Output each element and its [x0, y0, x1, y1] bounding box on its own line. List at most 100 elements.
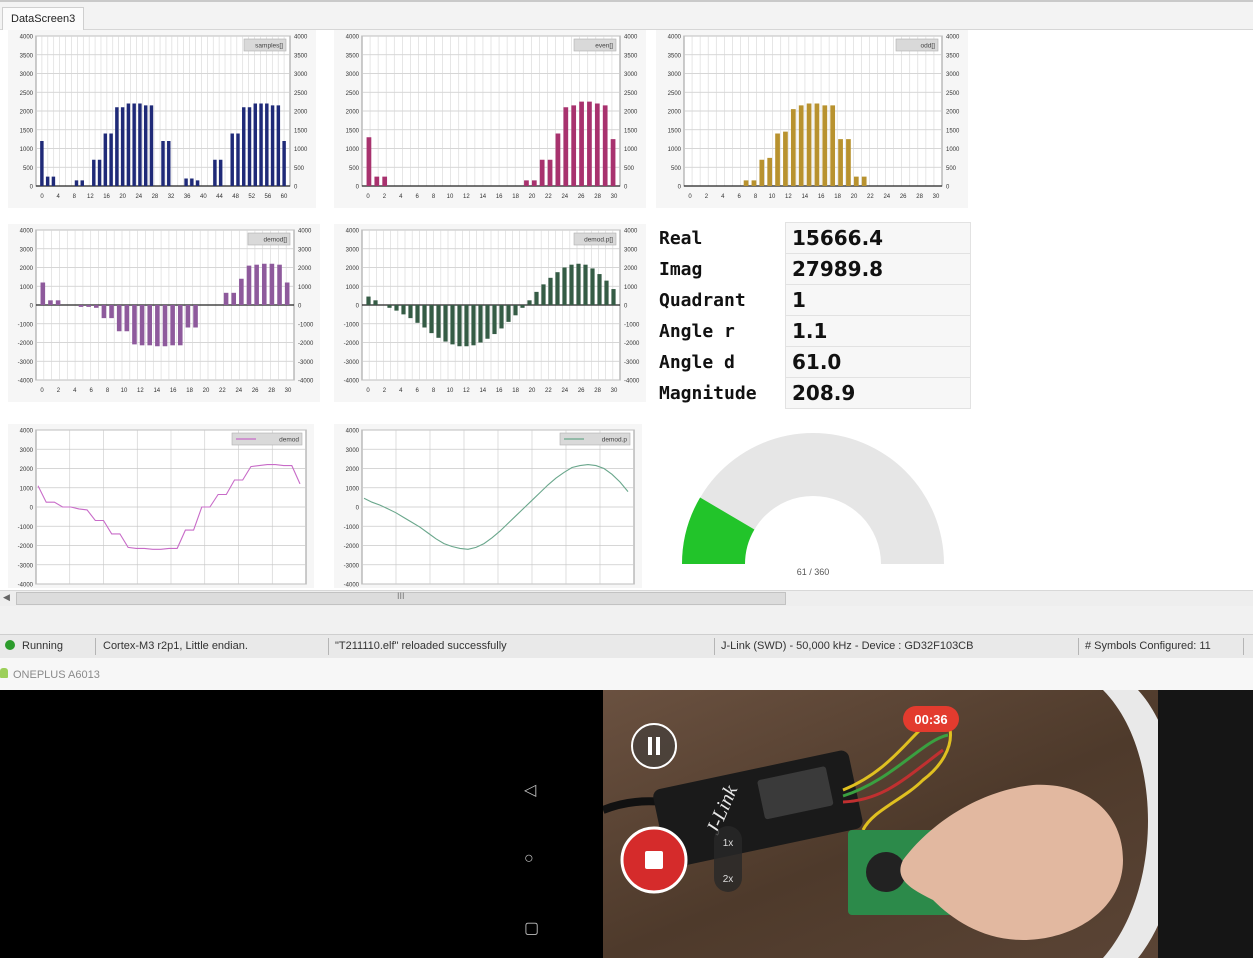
nav-back-icon[interactable]: ◁: [524, 780, 536, 800]
y-tick-label: 500: [671, 166, 682, 172]
x-tick-label: 16: [103, 194, 110, 200]
y-tick-label: 4000: [668, 35, 682, 41]
bar: [527, 300, 532, 305]
tab-datascreen3[interactable]: DataScreen3: [2, 7, 85, 30]
pause-button[interactable]: [631, 723, 677, 769]
bar: [239, 278, 244, 305]
x-tick-label: 24: [561, 194, 568, 200]
bar: [259, 103, 263, 186]
chart-samples: 4000 4000 3500 3500 3000 3000 2500 2500 2000 2000…: [8, 30, 316, 208]
y2-tick-label: 4000: [294, 35, 308, 41]
bar: [374, 176, 380, 186]
bar: [366, 137, 372, 186]
nav-recent-icon[interactable]: ▢: [524, 918, 539, 938]
x-tick-label: 0: [366, 194, 370, 200]
bar: [45, 176, 50, 186]
bar: [401, 305, 406, 315]
bar: [513, 305, 518, 316]
bar: [170, 305, 175, 346]
x-tick-label: 4: [721, 194, 725, 200]
bar: [162, 305, 168, 347]
y2-tick-label: 2000: [624, 266, 638, 272]
bar: [190, 178, 194, 186]
x-tick-label: 4: [399, 194, 403, 200]
status-divider: [95, 638, 96, 655]
quadrant-label: Quadrant: [659, 289, 746, 311]
bar: [138, 103, 142, 186]
x-tick-label: 0: [688, 194, 692, 200]
bar: [604, 280, 609, 305]
bar: [373, 300, 378, 305]
bar: [193, 305, 198, 328]
bar: [387, 305, 392, 308]
x-tick-label: 40: [200, 194, 207, 200]
x-tick-label: 10: [121, 388, 128, 394]
bar: [611, 289, 616, 305]
bar: [524, 180, 529, 186]
status-bar: Running Cortex-M3 r2p1, Little endian. "…: [0, 634, 1253, 659]
chart-demod-p-line: 4000 3000 2000 1000 0 -1000 -2000 -3000 -4000 dem…: [334, 424, 642, 588]
x-tick-label: 22: [219, 388, 226, 394]
y-tick-label: 4000: [346, 229, 360, 235]
android-icon: [0, 668, 8, 678]
zoom-2x[interactable]: 2x: [723, 874, 734, 885]
bar: [92, 159, 96, 186]
legend-label: even[]: [595, 43, 613, 50]
chart-svg: 4000 40003500 35003000 30002500 25002000 2000…: [20, 35, 308, 201]
running-indicator-icon: [5, 640, 15, 650]
x-tick-label: 32: [168, 194, 175, 200]
y-tick-label: 3500: [346, 53, 360, 59]
bar: [253, 103, 258, 186]
bar: [861, 176, 867, 186]
status-symbols: # Symbols Configured: 11: [1085, 640, 1211, 652]
x-tick-label: 12: [785, 194, 792, 200]
y-tick-label: 4000: [20, 35, 34, 41]
x-tick-label: 16: [496, 194, 503, 200]
row-quadrant: Quadrant 1: [655, 284, 971, 316]
row-angle-d: Angle d 61.0: [655, 346, 971, 378]
bar: [408, 305, 413, 319]
y-tick-label: 1000: [346, 147, 360, 153]
bar: [436, 305, 441, 338]
camera-preview: J-Link 00:36 1x 2x: [603, 690, 1253, 958]
bar: [247, 107, 252, 186]
x-tick-label: 30: [285, 388, 292, 394]
bar: [775, 133, 780, 186]
y2-tick-label: 2000: [298, 266, 312, 272]
x-tick-label: 30: [611, 194, 618, 200]
y-tick-label: -2000: [18, 544, 34, 550]
bar: [120, 107, 125, 186]
scroll-thumb[interactable]: III: [16, 591, 786, 605]
bar: [115, 107, 119, 186]
y-tick-label: -4000: [344, 583, 360, 589]
bar: [132, 305, 137, 345]
bar: [223, 292, 229, 305]
scroll-left-icon[interactable]: ◀: [3, 592, 10, 603]
y-tick-label: -2000: [344, 544, 360, 550]
y2-tick-label: 2000: [294, 110, 308, 116]
y-tick-label: 0: [30, 304, 34, 310]
y2-tick-label: 2500: [624, 91, 638, 97]
x-tick-label: 30: [933, 194, 940, 200]
y2-tick-label: 3500: [294, 53, 308, 59]
x-tick-label: 6: [90, 388, 94, 394]
y2-tick-label: -1000: [298, 322, 314, 328]
y2-tick-label: 0: [294, 185, 298, 191]
zoom-1x[interactable]: 1x: [723, 838, 734, 849]
bar: [539, 159, 545, 186]
bar: [277, 264, 282, 305]
x-tick-label: 14: [479, 388, 486, 394]
x-tick-label: 24: [561, 388, 568, 394]
y2-tick-label: -3000: [624, 360, 640, 366]
y-tick-label: -4000: [344, 379, 360, 385]
quadrant-value: 1: [785, 284, 971, 316]
magnitude-label: Magnitude: [659, 382, 757, 404]
bar: [116, 305, 122, 332]
recording-timer: 00:36: [914, 712, 947, 727]
device-name: ONEPLUS A6013: [13, 669, 100, 681]
bar: [547, 159, 553, 186]
chart-demod: 4000 4000 3000 3000 2000 2000 1000 1000 0 0 -1000 -…: [8, 224, 320, 402]
y-tick-label: -4000: [18, 379, 34, 385]
status-message: "T211110.elf" reloaded successfully: [335, 640, 507, 652]
nav-home-icon[interactable]: ○: [524, 850, 534, 868]
